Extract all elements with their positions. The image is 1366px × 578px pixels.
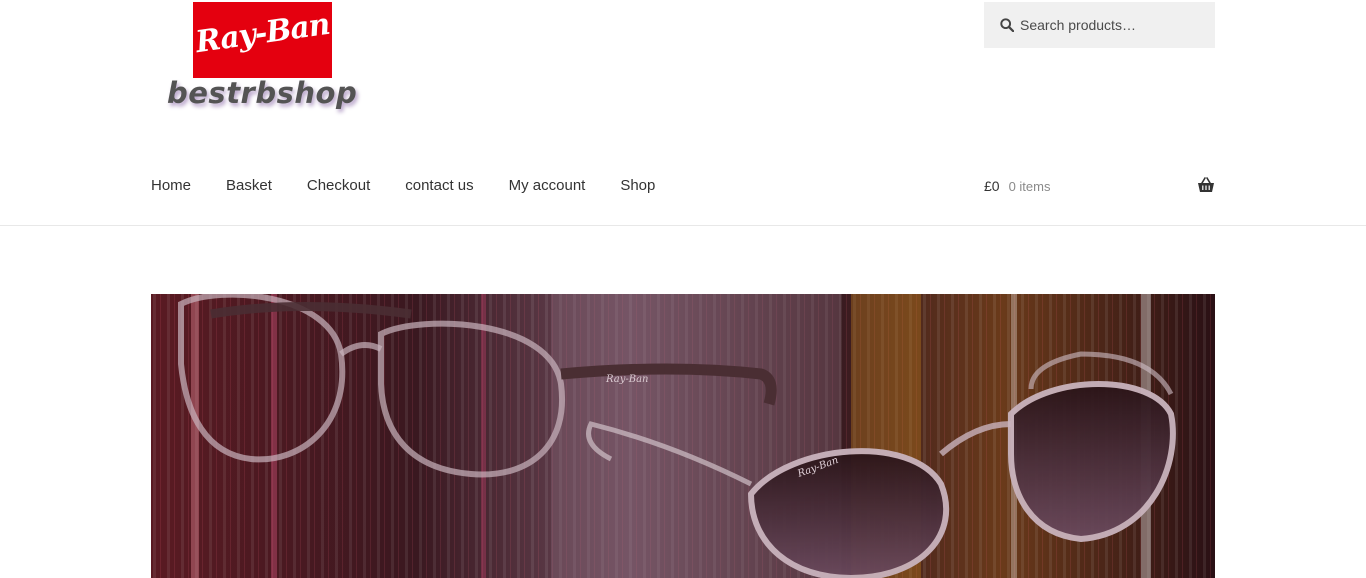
nav-item-basket[interactable]: Basket [226,176,272,196]
search-icon [1000,18,1014,32]
nav-item-shop[interactable]: Shop [620,176,655,196]
hero-banner-image[interactable]: Ray-Ban Ray-Ban [151,294,1215,578]
search-box[interactable] [984,2,1215,48]
site-logo[interactable]: Ray-Ban bestrbshop [165,2,365,112]
nav-item-contact-us[interactable]: contact us [405,176,473,196]
logo-brand-block: Ray-Ban [193,2,332,78]
logo-subtitle: bestrbshop [167,76,358,110]
search-input[interactable] [1020,2,1210,48]
cart-amount: £0 [984,178,1000,194]
cart-count: 0 items [1008,178,1051,194]
header-divider [0,225,1366,226]
nav-item-checkout[interactable]: Checkout [307,176,370,196]
primary-navigation: Home Basket Checkout contact us My accou… [151,176,690,196]
nav-item-my-account[interactable]: My account [509,176,586,196]
logo-brand-text: Ray-Ban [193,6,332,61]
hero-brand-mark: Ray-Ban [605,374,649,385]
nav-item-home[interactable]: Home [151,176,191,196]
basket-icon [1198,177,1214,192]
header-cart[interactable]: £0 0 items [984,176,1215,196]
hero-eyeglasses-image: Ray-Ban Ray-Ban [151,294,1215,578]
